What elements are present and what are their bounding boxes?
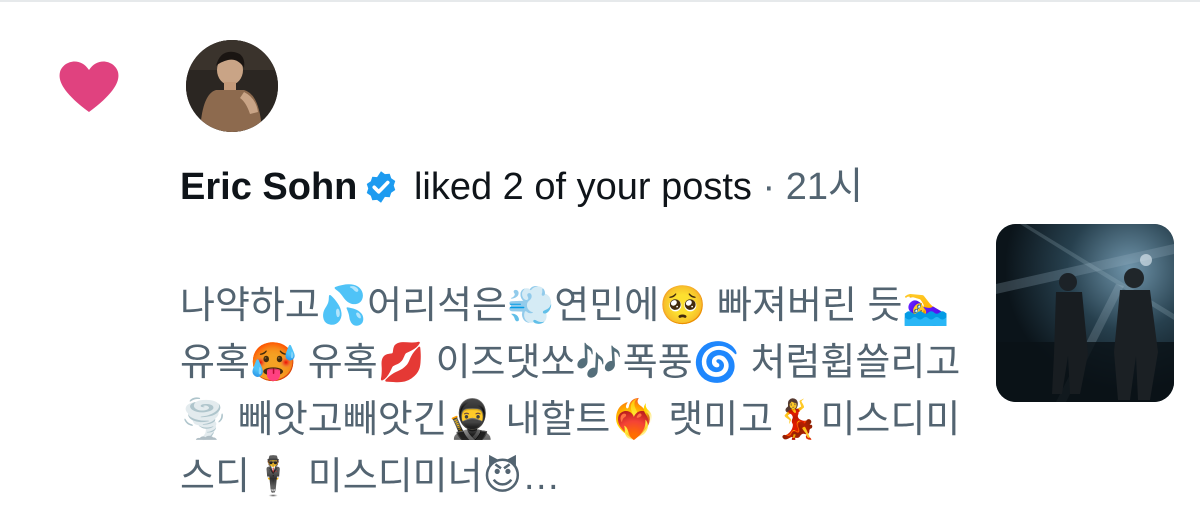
action-text: liked 2 of your posts: [413, 166, 752, 208]
top-divider: [0, 0, 1200, 2]
user-name[interactable]: Eric Sohn: [180, 166, 357, 208]
thumbnail-image: [996, 224, 1174, 402]
heart-icon: [59, 61, 119, 112]
post-preview-text[interactable]: 나약하고💦어리석은💨연민에🥺 빠져버린 듯🏊‍♀️유혹🥵 유혹💋 이즈댓쏘🎶폭풍…: [180, 278, 970, 506]
timestamp: 21시: [785, 166, 863, 208]
avatar-photo: [186, 40, 278, 132]
separator: ·: [762, 166, 776, 208]
avatar[interactable]: [186, 40, 278, 132]
notification-header: Eric Sohn liked 2 of your posts · 21시: [180, 162, 950, 212]
verified-badge-icon: [367, 171, 396, 203]
post-thumbnail[interactable]: [996, 224, 1174, 402]
